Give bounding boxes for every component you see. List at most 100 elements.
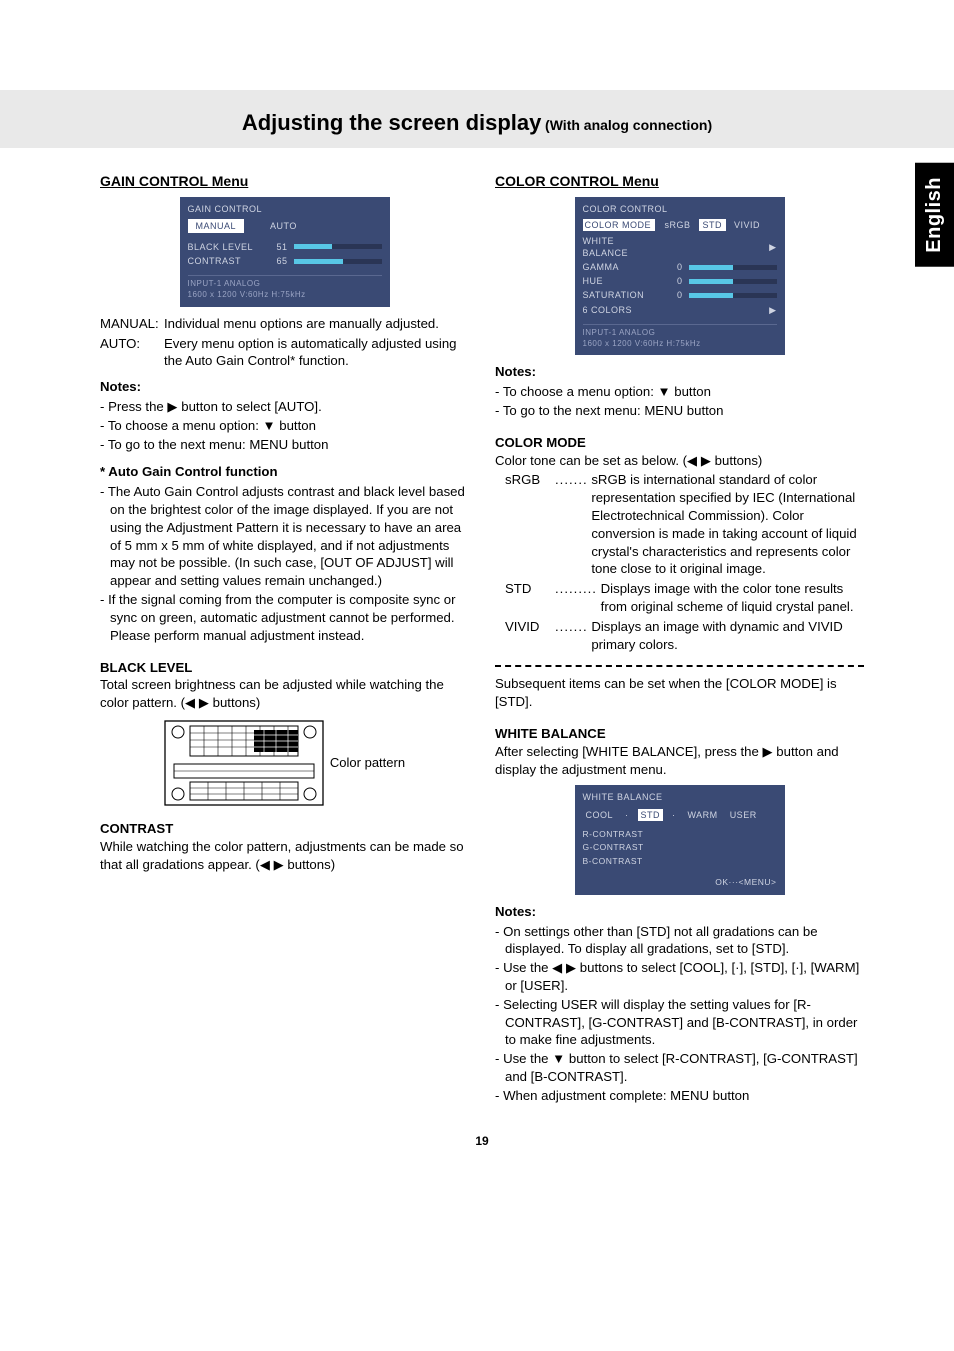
subsequent-note: Subsequent items can be set when the [CO… bbox=[495, 675, 864, 711]
color-osd-whitebalance: WHITE BALANCE bbox=[583, 235, 661, 259]
def-term-auto: AUTO: bbox=[100, 335, 164, 371]
color-mode-list: sRGB....... sRGB is international standa… bbox=[495, 471, 864, 653]
dots: ......... bbox=[555, 580, 597, 616]
gain-notes-list: Press the ▶ button to select [AUTO]. To … bbox=[100, 398, 469, 453]
gain-osd-tab-auto: AUTO bbox=[262, 219, 305, 233]
white-balance-heading: WHITE BALANCE bbox=[495, 725, 864, 743]
right-column: COLOR CONTROL Menu COLOR CONTROL COLOR M… bbox=[495, 168, 864, 1107]
auto-gain-heading: * Auto Gain Control function bbox=[100, 463, 469, 481]
gain-osd-title: GAIN CONTROL bbox=[188, 203, 382, 215]
page-number: 19 bbox=[100, 1133, 864, 1149]
color-mode-intro: Color tone can be set as below. (◀ ▶ but… bbox=[495, 452, 864, 470]
color-mode-std: STD bbox=[699, 219, 727, 231]
color-mode-heading: COLOR MODE bbox=[495, 434, 864, 452]
wb-opt-cool: COOL bbox=[583, 809, 617, 821]
color-mode-vivid: VIVID bbox=[730, 219, 764, 231]
list-item: Selecting USER will display the setting … bbox=[495, 996, 864, 1049]
mode-def-vivid: Displays an image with dynamic and VIVID… bbox=[591, 618, 864, 654]
header-band: Adjusting the screen display (With analo… bbox=[0, 90, 954, 148]
dots: ....... bbox=[555, 471, 588, 578]
color-osd-title: COLOR CONTROL bbox=[583, 203, 777, 215]
black-level-heading: BLACK LEVEL bbox=[100, 659, 469, 677]
color-notes-heading: Notes: bbox=[495, 363, 864, 381]
color-osd-foot-input: INPUT-1 ANALOG bbox=[583, 328, 777, 339]
list-item: On settings other than [STD] not all gra… bbox=[495, 923, 864, 959]
slider-bar bbox=[294, 259, 382, 264]
color-pattern-figure: Color pattern bbox=[100, 720, 469, 806]
mode-term-srgb: sRGB bbox=[505, 471, 555, 578]
def-body-manual: Individual menu options are manually adj… bbox=[164, 315, 469, 333]
mode-def-std: Displays image with the color tone resul… bbox=[601, 580, 864, 616]
gain-osd-row-contrast: CONTRAST 65 bbox=[188, 255, 382, 267]
color-osd-hue-value: 0 bbox=[667, 275, 683, 287]
language-tab: English bbox=[915, 163, 954, 267]
color-osd-saturation-label: SATURATION bbox=[583, 289, 661, 301]
gain-osd-blacklevel-value: 51 bbox=[272, 241, 288, 253]
white-balance-osd: WHITE BALANCE COOL · STD · WARM USER R-C… bbox=[575, 785, 785, 895]
mode-term-std: STD bbox=[505, 580, 555, 616]
contrast-body: While watching the color pattern, adjust… bbox=[100, 838, 469, 874]
wb-osd-options: COOL · STD · WARM USER bbox=[583, 809, 777, 821]
mode-term-vivid: VIVID bbox=[505, 618, 555, 654]
white-balance-body: After selecting [WHITE BALANCE], press t… bbox=[495, 743, 864, 779]
color-osd-6colors: 6 COLORS bbox=[583, 304, 661, 316]
color-pattern-caption: Color pattern bbox=[330, 754, 405, 772]
color-pattern-icon bbox=[164, 720, 324, 806]
gain-notes-heading: Notes: bbox=[100, 378, 469, 396]
wb-opt-std: STD bbox=[638, 809, 664, 821]
arrow-right-icon: ▶ bbox=[769, 304, 776, 316]
wb-item-r: R-CONTRAST bbox=[583, 829, 777, 840]
list-item: Use the ▼ button to select [R-CONTRAST],… bbox=[495, 1050, 864, 1086]
gain-osd-contrast-label: CONTRAST bbox=[188, 255, 266, 267]
page-subtitle: (With analog connection) bbox=[545, 117, 712, 133]
list-item: To go to the next menu: MENU button bbox=[495, 402, 864, 420]
gain-definitions: MANUAL: Individual menu options are manu… bbox=[100, 315, 469, 370]
dashed-divider bbox=[495, 665, 864, 667]
gain-osd: GAIN CONTROL MANUAL AUTO BLACK LEVEL 51 … bbox=[180, 197, 390, 307]
color-osd-colormode-label: COLOR MODE bbox=[583, 219, 655, 231]
gain-menu-title: GAIN CONTROL Menu bbox=[100, 172, 469, 191]
color-osd-footer: INPUT-1 ANALOG 1600 x 1200 V:60Hz H:75kH… bbox=[583, 324, 777, 350]
wb-opt-dot: · bbox=[669, 809, 679, 821]
dots: ....... bbox=[555, 618, 588, 654]
list-item: If the signal coming from the computer i… bbox=[100, 591, 469, 644]
wb-notes-heading: Notes: bbox=[495, 903, 864, 921]
wb-opt-dot: · bbox=[622, 809, 632, 821]
gain-osd-contrast-value: 65 bbox=[272, 255, 288, 267]
color-osd-saturation-value: 0 bbox=[667, 289, 683, 301]
page-title: Adjusting the screen display bbox=[242, 110, 542, 135]
wb-opt-user: USER bbox=[727, 809, 760, 821]
contrast-heading: CONTRAST bbox=[100, 820, 469, 838]
list-item: To choose a menu option: ▼ button bbox=[100, 417, 469, 435]
def-term-manual: MANUAL: bbox=[100, 315, 164, 333]
auto-gain-list: The Auto Gain Control adjusts contrast a… bbox=[100, 483, 469, 644]
color-osd-mode-list: sRGB STD VIVID bbox=[661, 219, 765, 231]
list-item: Press the ▶ button to select [AUTO]. bbox=[100, 398, 469, 416]
color-notes-list: To choose a menu option: ▼ button To go … bbox=[495, 383, 864, 420]
arrow-right-icon: ▶ bbox=[769, 241, 776, 253]
slider-bar bbox=[689, 265, 777, 270]
list-item: The Auto Gain Control adjusts contrast a… bbox=[100, 483, 469, 590]
slider-bar bbox=[689, 293, 777, 298]
gain-osd-footer: INPUT-1 ANALOG 1600 x 1200 V:60Hz H:75kH… bbox=[188, 275, 382, 301]
slider-bar bbox=[294, 244, 382, 249]
list-item: To go to the next menu: MENU button bbox=[100, 436, 469, 454]
wb-item-g: G-CONTRAST bbox=[583, 842, 777, 853]
list-item: When adjustment complete: MENU button bbox=[495, 1087, 864, 1105]
wb-osd-title: WHITE BALANCE bbox=[583, 791, 777, 803]
def-body-auto: Every menu option is automatically adjus… bbox=[164, 335, 469, 371]
color-mode-srgb: sRGB bbox=[661, 219, 695, 231]
color-osd: COLOR CONTROL COLOR MODE sRGB STD VIVID … bbox=[575, 197, 785, 356]
color-osd-gamma-value: 0 bbox=[667, 261, 683, 273]
wb-item-b: B-CONTRAST bbox=[583, 856, 777, 867]
color-menu-title: COLOR CONTROL Menu bbox=[495, 172, 864, 191]
color-osd-foot-res: 1600 x 1200 V:60Hz H:75kHz bbox=[583, 339, 777, 350]
gain-osd-blacklevel-label: BLACK LEVEL bbox=[188, 241, 266, 253]
gain-osd-row-blacklevel: BLACK LEVEL 51 bbox=[188, 241, 382, 253]
wb-osd-ok: OK···<MENU> bbox=[583, 877, 777, 888]
color-osd-gamma-label: GAMMA bbox=[583, 261, 661, 273]
wb-notes-list: On settings other than [STD] not all gra… bbox=[495, 923, 864, 1105]
color-osd-hue-label: HUE bbox=[583, 275, 661, 287]
slider-bar bbox=[689, 279, 777, 284]
wb-opt-warm: WARM bbox=[685, 809, 721, 821]
